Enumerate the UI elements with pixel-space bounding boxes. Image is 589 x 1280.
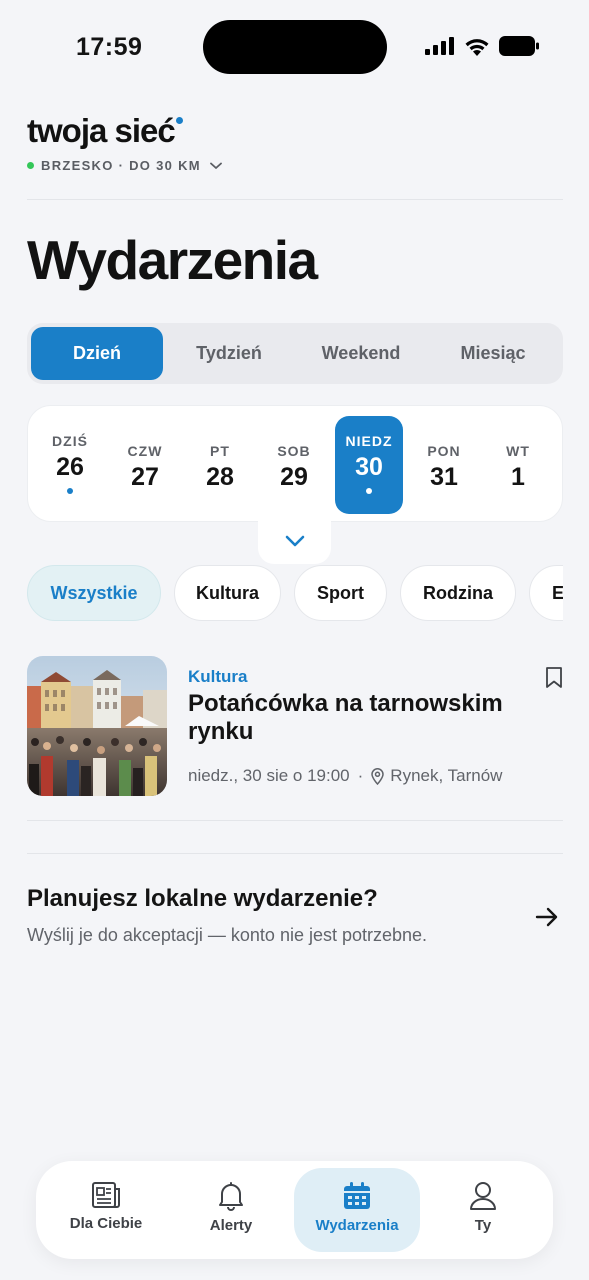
- brand-dot: [175, 117, 183, 124]
- location-status-dot: [27, 162, 34, 169]
- day-name: PON: [427, 443, 461, 459]
- location-label: BRZESKO · DO 30 KM: [41, 158, 201, 173]
- bookmark-icon[interactable]: [545, 666, 563, 689]
- expand-calendar-button[interactable]: [258, 518, 331, 564]
- chip-culture[interactable]: Kultura: [174, 565, 281, 621]
- chip-more[interactable]: E: [529, 565, 563, 621]
- chevron-down-icon: [285, 535, 304, 547]
- segment-weekend[interactable]: Weekend: [295, 327, 427, 380]
- battery-icon: [499, 36, 539, 56]
- section-divider: [27, 853, 563, 854]
- status-time: 17:59: [76, 33, 143, 61]
- day-name: CZW: [127, 443, 163, 459]
- day-item[interactable]: PON 31: [410, 416, 478, 514]
- brand-title: twoja sieć: [27, 112, 176, 149]
- event-card[interactable]: Kultura Potańcówka na tarnowskim rynku n…: [27, 656, 563, 796]
- event-divider: [27, 820, 563, 821]
- meta-separator: ·: [357, 766, 364, 785]
- event-meta: niedz., 30 sie o 19:00 · Rynek, Tarnów: [188, 766, 502, 786]
- day-name: DZIŚ: [52, 433, 88, 449]
- cellular-signal-icon: [425, 37, 454, 55]
- nav-label: Wydarzenia: [315, 1217, 399, 1234]
- day-number: 1: [511, 463, 525, 491]
- day-number: 27: [131, 463, 159, 491]
- day-item[interactable]: CZW 27: [111, 416, 179, 514]
- day-item[interactable]: PT 28: [186, 416, 254, 514]
- newspaper-icon: [92, 1182, 120, 1208]
- status-icons: [425, 36, 539, 56]
- day-number: 29: [280, 463, 308, 491]
- category-chips: Wszystkie Kultura Sport Rodzina E: [27, 565, 563, 621]
- location-pin-icon: [371, 767, 385, 785]
- user-icon: [470, 1182, 496, 1210]
- nav-label: Ty: [474, 1217, 492, 1234]
- day-item[interactable]: WT 1: [484, 416, 552, 514]
- day-number: 31: [430, 463, 458, 491]
- nav-events[interactable]: Wydarzenia: [294, 1168, 420, 1252]
- event-datetime: niedz., 30 sie o 19:00: [188, 766, 350, 785]
- day-number: 28: [206, 463, 234, 491]
- location-selector[interactable]: BRZESKO · DO 30 KM: [27, 158, 222, 173]
- today-indicator: [67, 488, 73, 494]
- day-item-selected[interactable]: NIEDZ 30: [335, 416, 403, 514]
- calendar-icon: [344, 1182, 370, 1209]
- bell-icon: [219, 1182, 243, 1211]
- status-bar: 17:59: [0, 0, 589, 90]
- wifi-icon: [465, 38, 489, 56]
- event-category: Kultura: [188, 667, 248, 686]
- nav-for-you[interactable]: Dla Ciebie: [43, 1168, 169, 1252]
- day-name: WT: [506, 443, 530, 459]
- day-name: NIEDZ: [345, 433, 393, 449]
- brand-logo: twoja sieć: [27, 112, 183, 150]
- nav-profile[interactable]: Ty: [420, 1168, 546, 1252]
- chip-all[interactable]: Wszystkie: [27, 565, 161, 621]
- day-number: 30: [355, 453, 383, 481]
- day-item[interactable]: SOB 29: [260, 416, 328, 514]
- segment-day[interactable]: Dzień: [31, 327, 163, 380]
- event-title[interactable]: Potańcówka na tarnowskim rynku: [188, 690, 518, 746]
- day-name: PT: [210, 443, 230, 459]
- selected-indicator: [366, 488, 372, 494]
- day-name: SOB: [277, 443, 311, 459]
- nav-label: Dla Ciebie: [69, 1215, 143, 1232]
- submit-event-promo[interactable]: Planujesz lokalne wydarzenie? Wyślij je …: [27, 885, 563, 955]
- header-divider: [27, 199, 563, 200]
- arrow-right-icon[interactable]: [535, 907, 559, 927]
- date-strip: DZIŚ 26 CZW 27 PT 28 SOB 29 NIEDZ 30 PON…: [27, 405, 563, 522]
- nav-alerts[interactable]: Alerty: [168, 1168, 294, 1252]
- day-number: 26: [56, 453, 84, 481]
- nav-label: Alerty: [209, 1217, 253, 1234]
- bottom-navigation: Dla Ciebie Alerty Wydarzenia Ty: [36, 1161, 553, 1259]
- promo-subtitle: Wyślij je do akceptacji — konto nie jest…: [27, 925, 428, 945]
- promo-title: Planujesz lokalne wydarzenie?: [27, 885, 378, 912]
- period-segmented-control: Dzień Tydzień Weekend Miesiąc: [27, 323, 563, 384]
- chip-family[interactable]: Rodzina: [400, 565, 516, 621]
- segment-week[interactable]: Tydzień: [163, 327, 295, 380]
- segment-month[interactable]: Miesiąc: [427, 327, 559, 380]
- event-place: Rynek, Tarnów: [390, 766, 503, 785]
- chevron-down-icon: [210, 162, 222, 169]
- dynamic-island: [203, 20, 387, 74]
- event-image: [27, 656, 167, 796]
- chip-sport[interactable]: Sport: [294, 565, 387, 621]
- day-item-today[interactable]: DZIŚ 26: [36, 416, 104, 514]
- page-title: Wydarzenia: [27, 229, 318, 291]
